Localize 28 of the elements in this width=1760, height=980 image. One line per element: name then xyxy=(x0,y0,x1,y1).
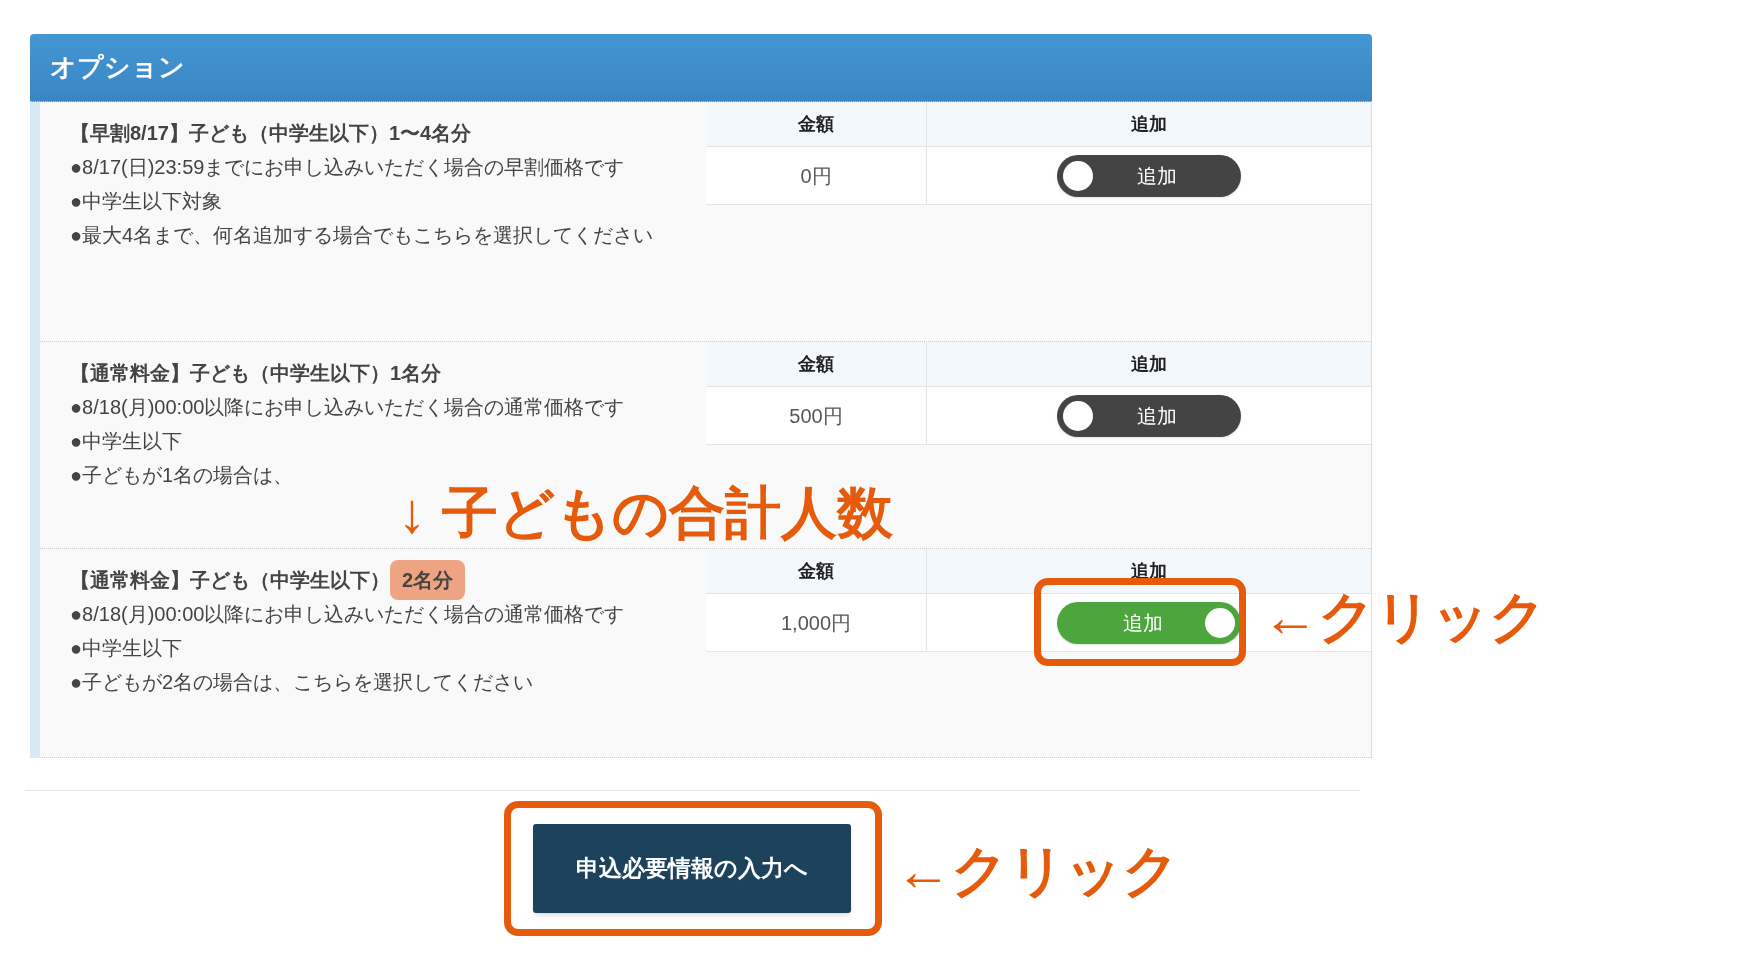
option-title: 【早割8/17】子ども（中学生以下）1〜4名分 xyxy=(70,121,472,146)
price-cell: 500円 xyxy=(706,387,927,444)
description-line: ●中学生以下 xyxy=(70,429,184,454)
submit-button[interactable]: 申込必要情報の入力へ xyxy=(533,824,851,913)
highlight-badge: 2名分 xyxy=(390,560,466,600)
annotation-text: ←クリック xyxy=(895,838,1179,904)
description-line: ●8/18(月)00:00以降にお申し込みいただく場合の通常価格です xyxy=(70,602,626,627)
toggle-switch[interactable]: 追加 xyxy=(1057,394,1241,437)
annotation-text: ↓ 子どもの合計人数 xyxy=(398,480,893,546)
price-cell: 1,000円 xyxy=(706,594,927,651)
annotation-text: ←クリック xyxy=(1262,584,1546,650)
column-header: 追加 xyxy=(1130,112,1168,136)
column-header: 金額 xyxy=(706,549,927,593)
description-line: ●8/18(月)00:00以降にお申し込みいただく場合の通常価格です xyxy=(70,395,626,420)
description-line: ●8/17(日)23:59までにお申し込みいただく場合の早割価格です xyxy=(70,155,626,180)
toggle-switch[interactable]: 追加 xyxy=(1057,154,1241,197)
option-title: 【通常料金】子ども（中学生以下） xyxy=(70,568,390,593)
column-header: 金額 xyxy=(706,102,927,146)
description-line: ●中学生以下 xyxy=(70,636,184,661)
panel-title: オプション xyxy=(50,51,185,84)
option-title: 【通常料金】子ども（中学生以下）1名分 xyxy=(70,361,442,386)
description-line: ●子どもが1名の場合は、 xyxy=(70,463,295,488)
column-header: 追加 xyxy=(1130,352,1168,376)
description-line: ●最大4名まで、何名追加する場合でもこちらを選択してください xyxy=(70,223,655,248)
description-line: ●子どもが2名の場合は、こちらを選択してください xyxy=(70,670,535,695)
column-header: 金額 xyxy=(706,342,927,386)
price-cell: 0円 xyxy=(706,147,927,204)
description-line: ●中学生以下対象 xyxy=(70,189,224,214)
